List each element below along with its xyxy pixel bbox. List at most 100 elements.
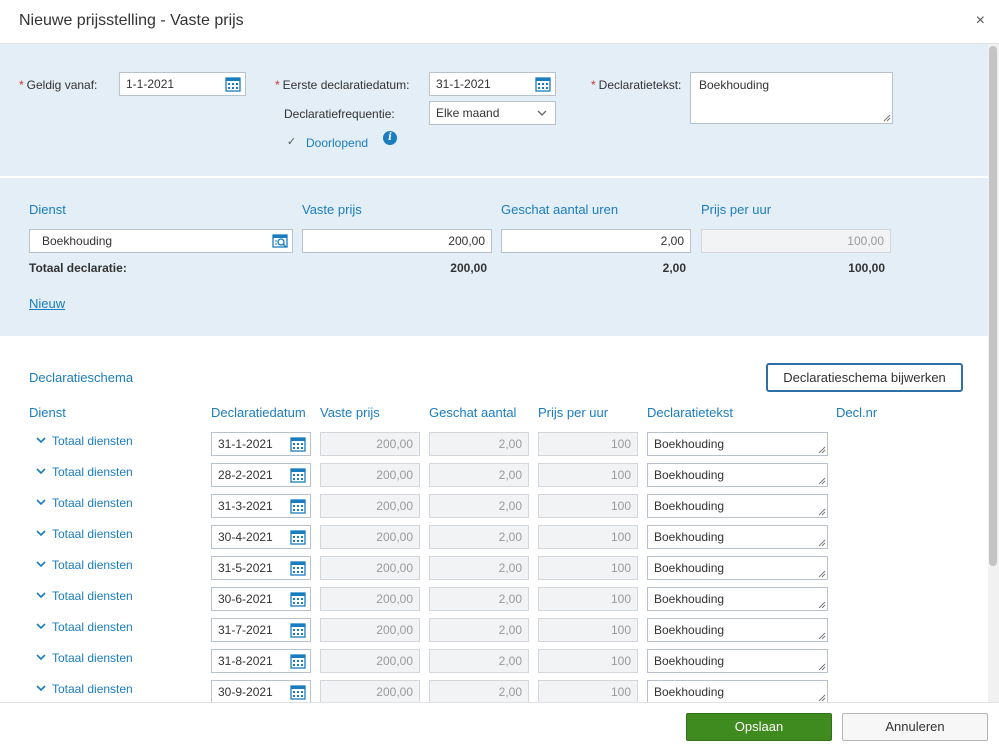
declaratiefrequentie-select[interactable]: Elke maand	[429, 101, 556, 125]
calendar-icon[interactable]	[290, 436, 306, 452]
schedule-row-datum-field[interactable]: 31-1-2021	[211, 432, 311, 456]
schedule-row-datum-field[interactable]: 31-3-2021	[211, 494, 311, 518]
resize-grip-icon[interactable]	[818, 601, 826, 609]
resize-grip-icon[interactable]	[818, 663, 826, 671]
resize-grip-icon[interactable]	[818, 508, 826, 516]
geschat-aantal-uren-field[interactable]: 2,00	[501, 229, 691, 253]
resize-grip-icon[interactable]	[818, 694, 826, 702]
chevron-down-icon[interactable]	[35, 559, 47, 569]
schedule-row-declaratietekst[interactable]: Boekhouding	[647, 649, 828, 673]
doorlopend-checkbox[interactable]: ✓	[285, 136, 298, 149]
save-button[interactable]: Opslaan	[686, 713, 832, 741]
schedule-row-declaratietekst-value: Boekhouding	[654, 654, 725, 668]
calendar-icon[interactable]	[290, 653, 306, 669]
nieuw-link[interactable]: Nieuw	[29, 296, 65, 311]
calendar-icon[interactable]	[290, 622, 306, 638]
eerste-declaratiedatum-field[interactable]: 31-1-2021	[429, 72, 556, 96]
schedule-row-dienst-label: Totaal diensten	[52, 589, 133, 603]
schedule-row-vaste-prijs: 200,00	[320, 649, 420, 673]
chevron-down-icon	[537, 110, 547, 116]
schedule-row-dienst[interactable]: Totaal diensten	[35, 496, 133, 510]
schedule-row-datum-field[interactable]: 31-8-2021	[211, 649, 311, 673]
chevron-down-icon[interactable]	[35, 621, 47, 631]
schedule-row-declaratietekst[interactable]: Boekhouding	[647, 463, 828, 487]
resize-grip-icon[interactable]	[818, 477, 826, 485]
cancel-button[interactable]: Annuleren	[842, 713, 988, 741]
schedule-row-geschat-aantal: 2,00	[429, 432, 529, 456]
schedule-row-declaratietekst[interactable]: Boekhouding	[647, 494, 828, 518]
dialog-titlebar: Nieuwe prijsstelling - Vaste prijs ×	[0, 0, 999, 44]
calendar-icon[interactable]	[290, 684, 306, 700]
schedule-row-dienst[interactable]: Totaal diensten	[35, 434, 133, 448]
schedule-row-declaratietekst[interactable]: Boekhouding	[647, 556, 828, 580]
resize-grip-icon[interactable]	[818, 570, 826, 578]
chevron-down-icon[interactable]	[35, 466, 47, 476]
search-list-icon[interactable]	[272, 233, 288, 249]
chevron-down-icon[interactable]	[35, 528, 47, 538]
chevron-down-icon[interactable]	[35, 497, 47, 507]
calendar-icon[interactable]	[290, 560, 306, 576]
calendar-icon[interactable]	[225, 76, 241, 92]
declaratietekst-textarea[interactable]: Boekhouding	[690, 72, 893, 124]
chevron-down-icon[interactable]	[35, 435, 47, 445]
declaratieschema-bijwerken-button[interactable]: Declaratieschema bijwerken	[766, 363, 963, 392]
schedule-row-prijs-per-uur: 100	[538, 618, 638, 642]
resize-grip-icon[interactable]	[818, 539, 826, 547]
schedule-row-dienst[interactable]: Totaal diensten	[35, 465, 133, 479]
vaste-prijs-field[interactable]: 200,00	[302, 229, 492, 253]
calendar-icon[interactable]	[290, 467, 306, 483]
resize-grip-icon[interactable]	[818, 446, 826, 454]
schedule-row-datum-value: 30-6-2021	[218, 592, 273, 606]
geldig-vanaf-field[interactable]: 1-1-2021	[119, 72, 246, 96]
schedule-row-dienst-label: Totaal diensten	[52, 496, 133, 510]
chevron-down-icon[interactable]	[35, 652, 47, 662]
scrollbar[interactable]	[988, 44, 999, 702]
schedule-row-declaratietekst[interactable]: Boekhouding	[647, 432, 828, 456]
schedule-row-datum-field[interactable]: 30-6-2021	[211, 587, 311, 611]
schedule-col-dienst: Dienst	[29, 405, 66, 420]
schedule-row-geschat-aantal: 2,00	[429, 649, 529, 673]
resize-grip-icon[interactable]	[883, 114, 891, 122]
schedule-row-dienst[interactable]: Totaal diensten	[35, 527, 133, 541]
schedule-row-declaratietekst-value: Boekhouding	[654, 561, 725, 575]
dienst-field[interactable]: Boekhouding	[29, 229, 293, 253]
schedule-row-declaratietekst[interactable]: Boekhouding	[647, 618, 828, 642]
chevron-down-icon[interactable]	[35, 683, 47, 693]
col-dienst: Dienst	[29, 202, 66, 217]
schedule-row-geschat-aantal: 2,00	[429, 463, 529, 487]
schedule-row-dienst[interactable]: Totaal diensten	[35, 620, 133, 634]
schedule-row-datum-value: 31-3-2021	[218, 499, 273, 513]
schedule-row-declaratietekst[interactable]: Boekhouding	[647, 680, 828, 704]
scrollbar-thumb[interactable]	[989, 46, 997, 566]
schedule-row-datum-field[interactable]: 31-5-2021	[211, 556, 311, 580]
doorlopend-label[interactable]: Doorlopend	[306, 136, 368, 150]
chevron-down-icon[interactable]	[35, 590, 47, 600]
calendar-icon[interactable]	[290, 591, 306, 607]
schedule-row-datum-field[interactable]: 30-9-2021	[211, 680, 311, 704]
schedule-row-declaratietekst[interactable]: Boekhouding	[647, 587, 828, 611]
schedule-row-dienst[interactable]: Totaal diensten	[35, 558, 133, 572]
schedule-col-vaste-prijs: Vaste prijs	[320, 405, 380, 420]
schedule-row-datum-field[interactable]: 31-7-2021	[211, 618, 311, 642]
calendar-icon[interactable]	[535, 76, 551, 92]
schedule-col-declaratiedatum: Declaratiedatum	[211, 405, 306, 420]
schedule-row-datum-field[interactable]: 30-4-2021	[211, 525, 311, 549]
info-icon[interactable]: i	[383, 131, 397, 145]
schedule-row-dienst-label: Totaal diensten	[52, 465, 133, 479]
close-icon[interactable]: ×	[976, 12, 985, 30]
schedule-row-vaste-prijs: 200,00	[320, 680, 420, 704]
calendar-icon[interactable]	[290, 498, 306, 514]
schedule-row-geschat-aantal: 2,00	[429, 494, 529, 518]
resize-grip-icon[interactable]	[818, 632, 826, 640]
schedule-row-dienst-label: Totaal diensten	[52, 527, 133, 541]
schedule-row-dienst[interactable]: Totaal diensten	[35, 589, 133, 603]
schedule-col-geschat-aantal: Geschat aantal	[429, 405, 517, 420]
schedule-row-dienst-label: Totaal diensten	[52, 620, 133, 634]
schedule-row-declaratietekst[interactable]: Boekhouding	[647, 525, 828, 549]
calendar-icon[interactable]	[290, 529, 306, 545]
schedule-row-dienst[interactable]: Totaal diensten	[35, 651, 133, 665]
schedule-row-prijs-per-uur: 100	[538, 556, 638, 580]
schedule-row-dienst[interactable]: Totaal diensten	[35, 682, 133, 696]
schedule-row-datum-field[interactable]: 28-2-2021	[211, 463, 311, 487]
schedule-row-prijs-per-uur: 100	[538, 649, 638, 673]
